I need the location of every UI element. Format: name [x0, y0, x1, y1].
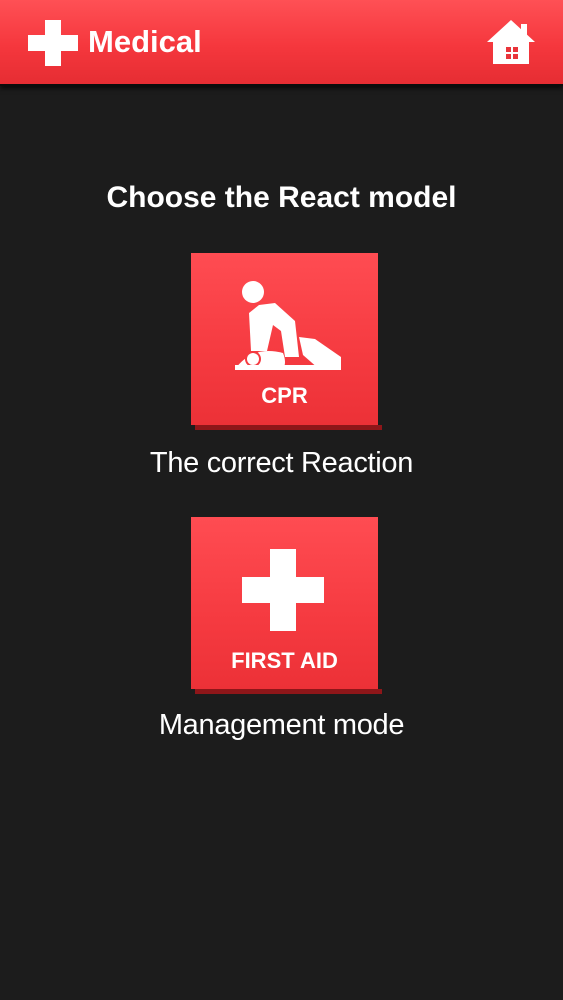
- cpr-label: CPR: [261, 383, 308, 408]
- cpr-caption: The correct Reaction: [149, 447, 414, 479]
- home-icon: [487, 20, 535, 64]
- first-aid-caption: Management mode: [158, 709, 405, 741]
- header-bar: Medical: [0, 0, 563, 86]
- red-cross-icon: [28, 20, 78, 66]
- page-title: Choose the React model: [106, 181, 457, 214]
- home-button[interactable]: [482, 16, 540, 68]
- app-title: Medical: [88, 24, 202, 59]
- first-aid-button[interactable]: FIRST AID: [191, 517, 382, 694]
- cpr-button[interactable]: CPR: [191, 253, 382, 430]
- first-aid-label: FIRST AID: [231, 648, 338, 673]
- app-screen: Medical Choose the React model CPR The c…: [0, 0, 563, 1000]
